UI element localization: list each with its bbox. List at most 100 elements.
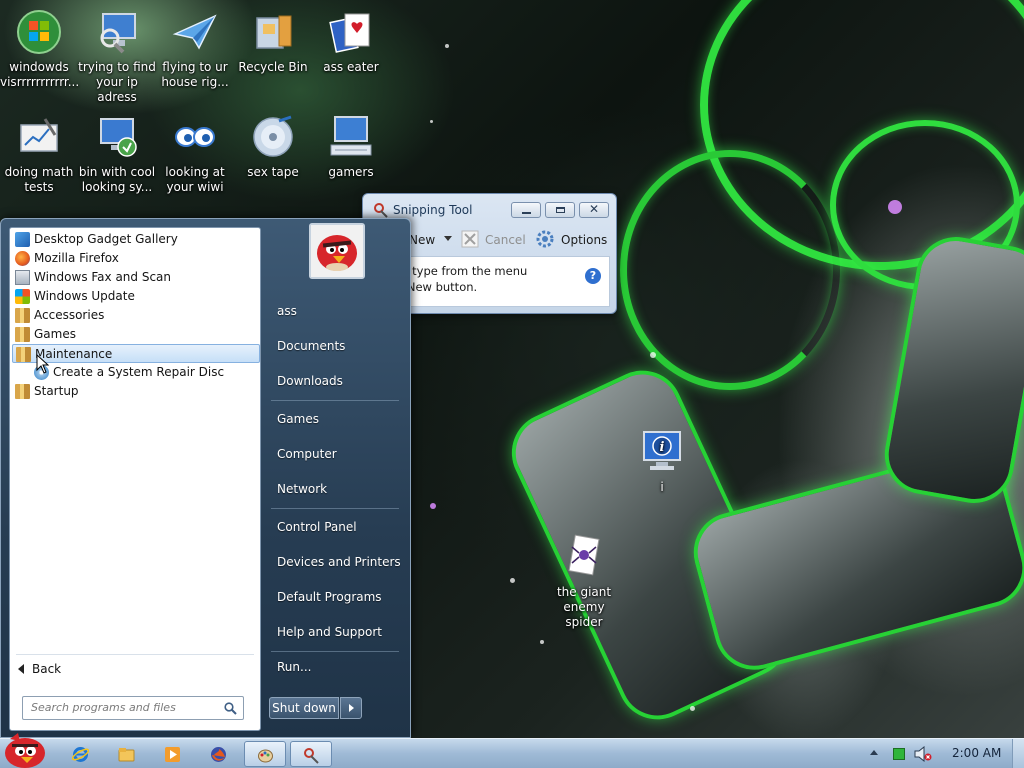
snipping-tool-icon (304, 748, 319, 764)
desktop-icon-label: doing math tests (4, 165, 74, 194)
shutdown-options-button[interactable] (340, 697, 362, 719)
spider-solitaire-icon (568, 534, 600, 576)
tray-status-icon[interactable] (893, 748, 905, 760)
taskbar-media-player[interactable] (152, 741, 194, 767)
back-label: Back (32, 662, 62, 676)
wallpaper-bokeh (540, 640, 544, 644)
search-icon[interactable] (224, 702, 237, 715)
run-link[interactable]: Run... (277, 660, 311, 674)
user-folder-link[interactable]: ass (277, 304, 297, 318)
desktop-icon-ass-eater[interactable]: ass eater (312, 8, 390, 75)
back-arrow-icon (18, 664, 24, 674)
desktop-icon-recycle-bin[interactable]: Recycle Bin (234, 8, 312, 75)
taskbar-paint[interactable] (244, 741, 286, 767)
network-link[interactable]: Network (277, 482, 327, 496)
maximize-button[interactable] (545, 202, 575, 218)
taskbar-internet-explorer[interactable] (60, 741, 102, 767)
restore-icon (556, 207, 565, 213)
cancel-button[interactable]: Cancel (485, 233, 526, 247)
paper-plane-icon (172, 14, 217, 50)
help-icon[interactable]: ? (585, 268, 601, 284)
desktop-icon-label: ass eater (323, 60, 379, 74)
internet-explorer-icon (72, 747, 89, 762)
desktop-icon-bin-cool[interactable]: bin with cool looking sy... (78, 113, 156, 195)
desktop-icon-wiwi[interactable]: looking at your wiwi (156, 113, 234, 195)
desktop-icon-gamers[interactable]: gamers (312, 113, 390, 180)
folder-startup[interactable]: Startup (12, 382, 260, 401)
media-player-icon (165, 747, 180, 762)
windows-orb-icon (17, 10, 61, 54)
folder-accessories[interactable]: Accessories (12, 306, 260, 325)
default-programs-link[interactable]: Default Programs (277, 590, 382, 604)
devices-printers-link[interactable]: Devices and Printers (277, 555, 401, 569)
desktop-icon-ip-address[interactable]: trying to find your ip adress (78, 8, 156, 105)
search-input[interactable]: Search programs and files (22, 696, 244, 720)
cards-icon (329, 13, 370, 53)
new-dropdown-arrow-icon[interactable] (444, 236, 452, 241)
taskbar-snipping-tool[interactable] (290, 741, 332, 767)
taskbar-firefox[interactable] (198, 741, 240, 767)
help-support-link[interactable]: Help and Support (277, 625, 382, 639)
program-desktop-gadget-gallery[interactable]: Desktop Gadget Gallery (12, 230, 260, 249)
downloads-link[interactable]: Downloads (277, 374, 343, 388)
desktop-icon-i[interactable]: i i (623, 428, 701, 495)
new-button[interactable]: New (409, 233, 435, 247)
separator (271, 508, 399, 509)
program-label: Windows Update (34, 289, 135, 303)
program-label: Mozilla Firefox (34, 251, 119, 265)
desktop-icon-flying[interactable]: flying to ur house rig... (156, 8, 234, 90)
taskbar-windows-explorer[interactable] (106, 741, 148, 767)
games-link[interactable]: Games (277, 412, 319, 426)
close-icon: ✕ (589, 202, 600, 216)
show-hidden-icons-chevron-icon[interactable] (870, 750, 878, 755)
program-mozilla-firefox[interactable]: Mozilla Firefox (12, 249, 260, 268)
control-panel-link[interactable]: Control Panel (277, 520, 357, 534)
program-windows-update[interactable]: Windows Update (12, 287, 260, 306)
desktop-icon-label: sex tape (247, 165, 299, 179)
system-clock[interactable]: 2:00 AM (952, 746, 1001, 760)
start-button[interactable] (0, 731, 50, 768)
options-button[interactable]: Options (561, 233, 607, 247)
wallpaper-bokeh (650, 352, 656, 358)
desktop-icon-label: i (660, 480, 664, 494)
program-windows-fax-scan[interactable]: Windows Fax and Scan (12, 268, 260, 287)
wallpaper-bokeh (430, 503, 436, 509)
desktop-icon-label: flying to ur house rig... (161, 60, 229, 89)
folder-games[interactable]: Games (12, 325, 260, 344)
close-button[interactable]: ✕ (579, 202, 609, 218)
user-avatar[interactable] (309, 223, 365, 279)
desktop-icon-label: the giant enemy spider (556, 585, 612, 629)
desktop-icon-math-tests[interactable]: doing math tests (0, 113, 78, 195)
desktop-icon-giant-spider[interactable]: the giant enemy spider (545, 533, 623, 630)
separator (16, 654, 254, 655)
folder-icon (16, 347, 31, 362)
keyboard-monitor-icon (330, 116, 372, 156)
volume-muted-icon[interactable] (914, 746, 932, 762)
documents-link[interactable]: Documents (277, 339, 345, 353)
start-menu: Desktop Gadget Gallery Mozilla Firefox W… (0, 218, 411, 738)
minimize-button[interactable] (511, 202, 541, 218)
wallpaper-bokeh (510, 578, 515, 583)
firefox-icon (211, 747, 226, 762)
mouse-cursor-icon (36, 354, 50, 374)
program-label: Windows Fax and Scan (34, 270, 172, 284)
cancel-icon (461, 230, 479, 248)
minimize-icon (522, 212, 531, 214)
desktop-icon-sex-tape[interactable]: sex tape (234, 113, 312, 180)
shutdown-button[interactable]: Shut down (269, 697, 339, 719)
window-title: Snipping Tool (393, 203, 473, 217)
show-desktop-button[interactable] (1012, 739, 1024, 768)
desktop-icon-windowds[interactable]: windowds visrrrrrrrrrrr... (0, 8, 80, 90)
options-gear-icon (536, 230, 554, 248)
eyes-icon (175, 127, 215, 147)
wallpaper-bokeh (690, 706, 695, 711)
computer-link[interactable]: Computer (277, 447, 337, 461)
desktop-icon-label: Recycle Bin (238, 60, 308, 74)
desktop-icon-label: windowds visrrrrrrrrrrr... (0, 60, 80, 89)
folder-icon (15, 308, 30, 323)
snipping-tool-icon (374, 203, 388, 218)
firefox-icon (15, 251, 30, 266)
folder-icon (15, 327, 30, 342)
back-button[interactable]: Back (18, 662, 61, 676)
chart-icon (20, 118, 58, 152)
